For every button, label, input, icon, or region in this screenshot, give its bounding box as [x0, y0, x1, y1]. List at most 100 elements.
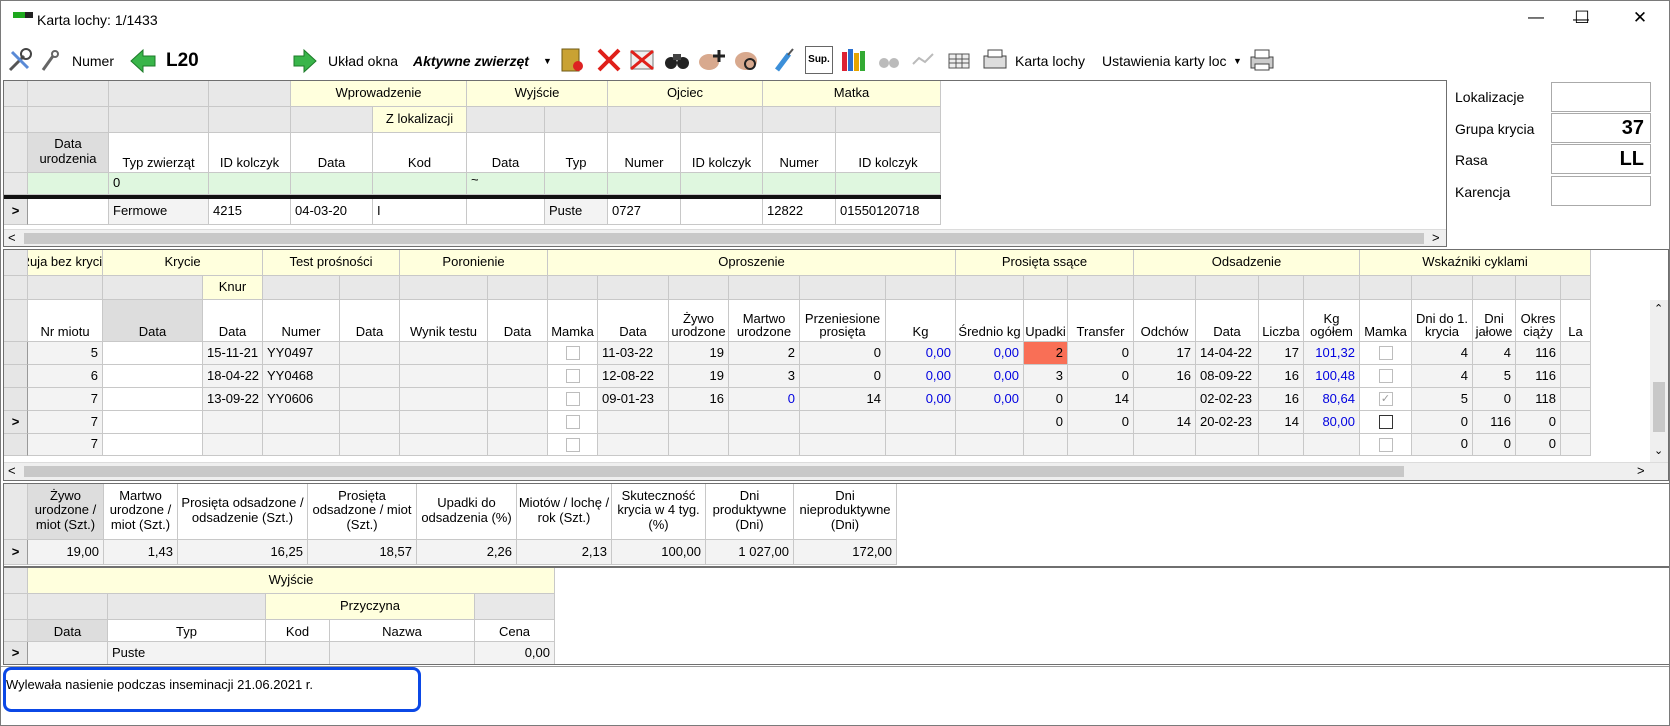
cell-wynik-testu[interactable] — [400, 365, 488, 388]
cell-przeniesione[interactable]: 14 — [800, 388, 886, 411]
col-exit-data[interactable]: Data — [28, 620, 108, 642]
cell-exit-kod[interactable] — [266, 642, 330, 664]
row-selector[interactable] — [4, 388, 28, 411]
cell-odsadzenie-mamka[interactable] — [1360, 434, 1412, 456]
row-selector[interactable]: > — [4, 642, 28, 664]
cell-kg-ogolem[interactable]: 80,00 — [1304, 411, 1360, 434]
stat-odsadzone-miot-header[interactable]: Prosięta odsadzone / miot (Szt.) — [308, 484, 417, 540]
row-selector[interactable] — [4, 434, 28, 456]
cell-upadki[interactable]: 0 — [1024, 388, 1068, 411]
wrench-icon[interactable] — [39, 46, 61, 74]
cell-odsadzenie-data[interactable]: 02-02-23 — [1196, 388, 1259, 411]
col-poronienie-data[interactable]: Data — [488, 300, 548, 342]
cell-knur-numer[interactable]: YY0497 — [263, 342, 340, 365]
stat-dni-nieproduktywne-header[interactable]: Dni nieproduktywne (Dni) — [794, 484, 897, 540]
cell-przeniesione[interactable]: 0 — [800, 365, 886, 388]
dropdown-arrow-icon[interactable]: ▼ — [543, 47, 552, 75]
cell-transfer[interactable]: 0 — [1068, 342, 1134, 365]
cell-okres-ciazy[interactable]: 118 — [1516, 388, 1561, 411]
cell-poronienie-mamka[interactable] — [548, 388, 598, 411]
col-liczba[interactable]: Liczba — [1259, 300, 1304, 342]
cell-dni-do-krycia[interactable]: 4 — [1412, 342, 1473, 365]
tools-icon[interactable] — [6, 46, 34, 74]
filter-cell[interactable] — [608, 173, 681, 195]
cell-matka-id[interactable]: 01550120718 — [836, 199, 941, 225]
col-knur-numer[interactable]: Numer — [263, 300, 340, 342]
cell-zywo-urodzone[interactable]: 19 — [669, 342, 729, 365]
stat-skutecznosc-header[interactable]: Skuteczność krycia w 4 tyg. (%) — [612, 484, 706, 540]
mamka-checkbox[interactable] — [565, 415, 580, 429]
cell-poronienie-data[interactable] — [488, 342, 548, 365]
cell-dni-do-krycia[interactable]: 5 — [1412, 388, 1473, 411]
stat-upadki-value[interactable]: 2,26 — [417, 540, 517, 565]
cell-krycie-data[interactable]: 18-04-22 — [203, 365, 263, 388]
stat-zywo-urodzone-value[interactable]: 19,00 — [28, 540, 104, 565]
cell-la[interactable] — [1561, 388, 1591, 411]
cell-transfer[interactable]: 14 — [1068, 388, 1134, 411]
prop-value-lokalizacje[interactable] — [1551, 82, 1651, 112]
cell-odsadzenie-mamka[interactable] — [1360, 365, 1412, 388]
cell-srednio-kg[interactable] — [956, 411, 1024, 434]
cell-nr-miotu[interactable]: 6 — [28, 365, 103, 388]
cell-exit-nazwa[interactable] — [330, 642, 475, 664]
pig-search-icon[interactable] — [732, 46, 760, 74]
cell-liczba[interactable]: 14 — [1259, 411, 1304, 434]
cell-okres-ciazy[interactable]: 0 — [1516, 411, 1561, 434]
cell-nr-miotu[interactable]: 7 — [28, 434, 103, 456]
printer-grid-icon[interactable] — [981, 46, 1009, 74]
cell-kg[interactable]: 0,00 — [886, 365, 956, 388]
cell-kg[interactable] — [886, 411, 956, 434]
uklad-okna-button[interactable]: Układ okna — [328, 47, 398, 75]
stat-odsadzone-odsadzenie-value[interactable]: 16,25 — [178, 540, 308, 565]
cell-wynik-testu[interactable] — [400, 342, 488, 365]
filter-cell[interactable] — [373, 173, 467, 195]
prop-value-karencja[interactable] — [1551, 176, 1651, 206]
cell-wpr-data[interactable]: 04-03-20 — [291, 199, 373, 225]
stat-skutecznosc-value[interactable]: 100,00 — [612, 540, 706, 565]
cell-srednio-kg[interactable]: 0,00 — [956, 365, 1024, 388]
scroll-left-icon[interactable]: < — [8, 230, 16, 245]
scroll-thumb[interactable] — [24, 466, 1404, 477]
cell-odsadzenie-mamka[interactable] — [1360, 342, 1412, 365]
cell-exit-cena[interactable]: 0,00 — [475, 642, 555, 664]
col-kg-ogolem[interactable]: Kg ogółem — [1304, 300, 1360, 342]
mamka-checkbox[interactable] — [1378, 437, 1393, 452]
litter-horizontal-scrollbar[interactable]: < > — [4, 462, 1668, 480]
cell-matka-numer[interactable]: 12822 — [763, 199, 836, 225]
cell-liczba[interactable]: 16 — [1259, 365, 1304, 388]
cell-martwo-urodzone[interactable] — [729, 411, 800, 434]
cell-przeniesione[interactable] — [800, 434, 886, 456]
cell-poronienie-mamka[interactable] — [548, 434, 598, 456]
cell-ojciec-id[interactable] — [681, 199, 763, 225]
col-wpr-kod[interactable]: Kod — [373, 133, 467, 173]
stat-dni-produktywne-value[interactable]: 1 027,00 — [706, 540, 794, 565]
stat-odsadzone-miot-value[interactable]: 18,57 — [308, 540, 417, 565]
cell-martwo-urodzone[interactable]: 0 — [729, 388, 800, 411]
col-ojciec-id[interactable]: ID kolczyk — [681, 133, 763, 173]
stat-miotow-rok-value[interactable]: 2,13 — [517, 540, 612, 565]
cell-kg-ogolem[interactable] — [1304, 434, 1360, 456]
cell-okres-ciazy[interactable]: 116 — [1516, 342, 1561, 365]
cell-kg-ogolem[interactable]: 100,48 — [1304, 365, 1360, 388]
arrow-left-icon[interactable] — [129, 48, 157, 74]
cell-kg[interactable]: 0,00 — [886, 388, 956, 411]
filter-cell[interactable]: ~ — [467, 173, 545, 195]
cell-okres-ciazy[interactable]: 116 — [1516, 365, 1561, 388]
cell-poronienie-mamka[interactable] — [548, 342, 598, 365]
cell-oproszenie-data[interactable] — [598, 411, 669, 434]
col-przeniesione[interactable]: Przeniesione prosięta — [800, 300, 886, 342]
col-odchow[interactable]: Odchów — [1134, 300, 1196, 342]
cell-odchow[interactable] — [1134, 388, 1196, 411]
cell-liczba[interactable]: 16 — [1259, 388, 1304, 411]
cell-liczba[interactable]: 17 — [1259, 342, 1304, 365]
dropdown-arrow-icon-2[interactable]: ▼ — [1233, 47, 1242, 75]
cell-wpr-kod[interactable]: I — [373, 199, 467, 225]
cell-dni-do-krycia[interactable]: 0 — [1412, 434, 1473, 456]
col-upadki[interactable]: Upadki — [1024, 300, 1068, 342]
ustawienia-dropdown[interactable]: Ustawienia karty loc — [1102, 47, 1234, 75]
col-srednio-kg[interactable]: Średnio kg — [956, 300, 1024, 342]
cell-wynik-testu[interactable] — [400, 434, 488, 456]
mamka-checkbox[interactable] — [1378, 346, 1393, 360]
delete-icon[interactable] — [595, 46, 623, 74]
cell-odchow[interactable]: 17 — [1134, 342, 1196, 365]
